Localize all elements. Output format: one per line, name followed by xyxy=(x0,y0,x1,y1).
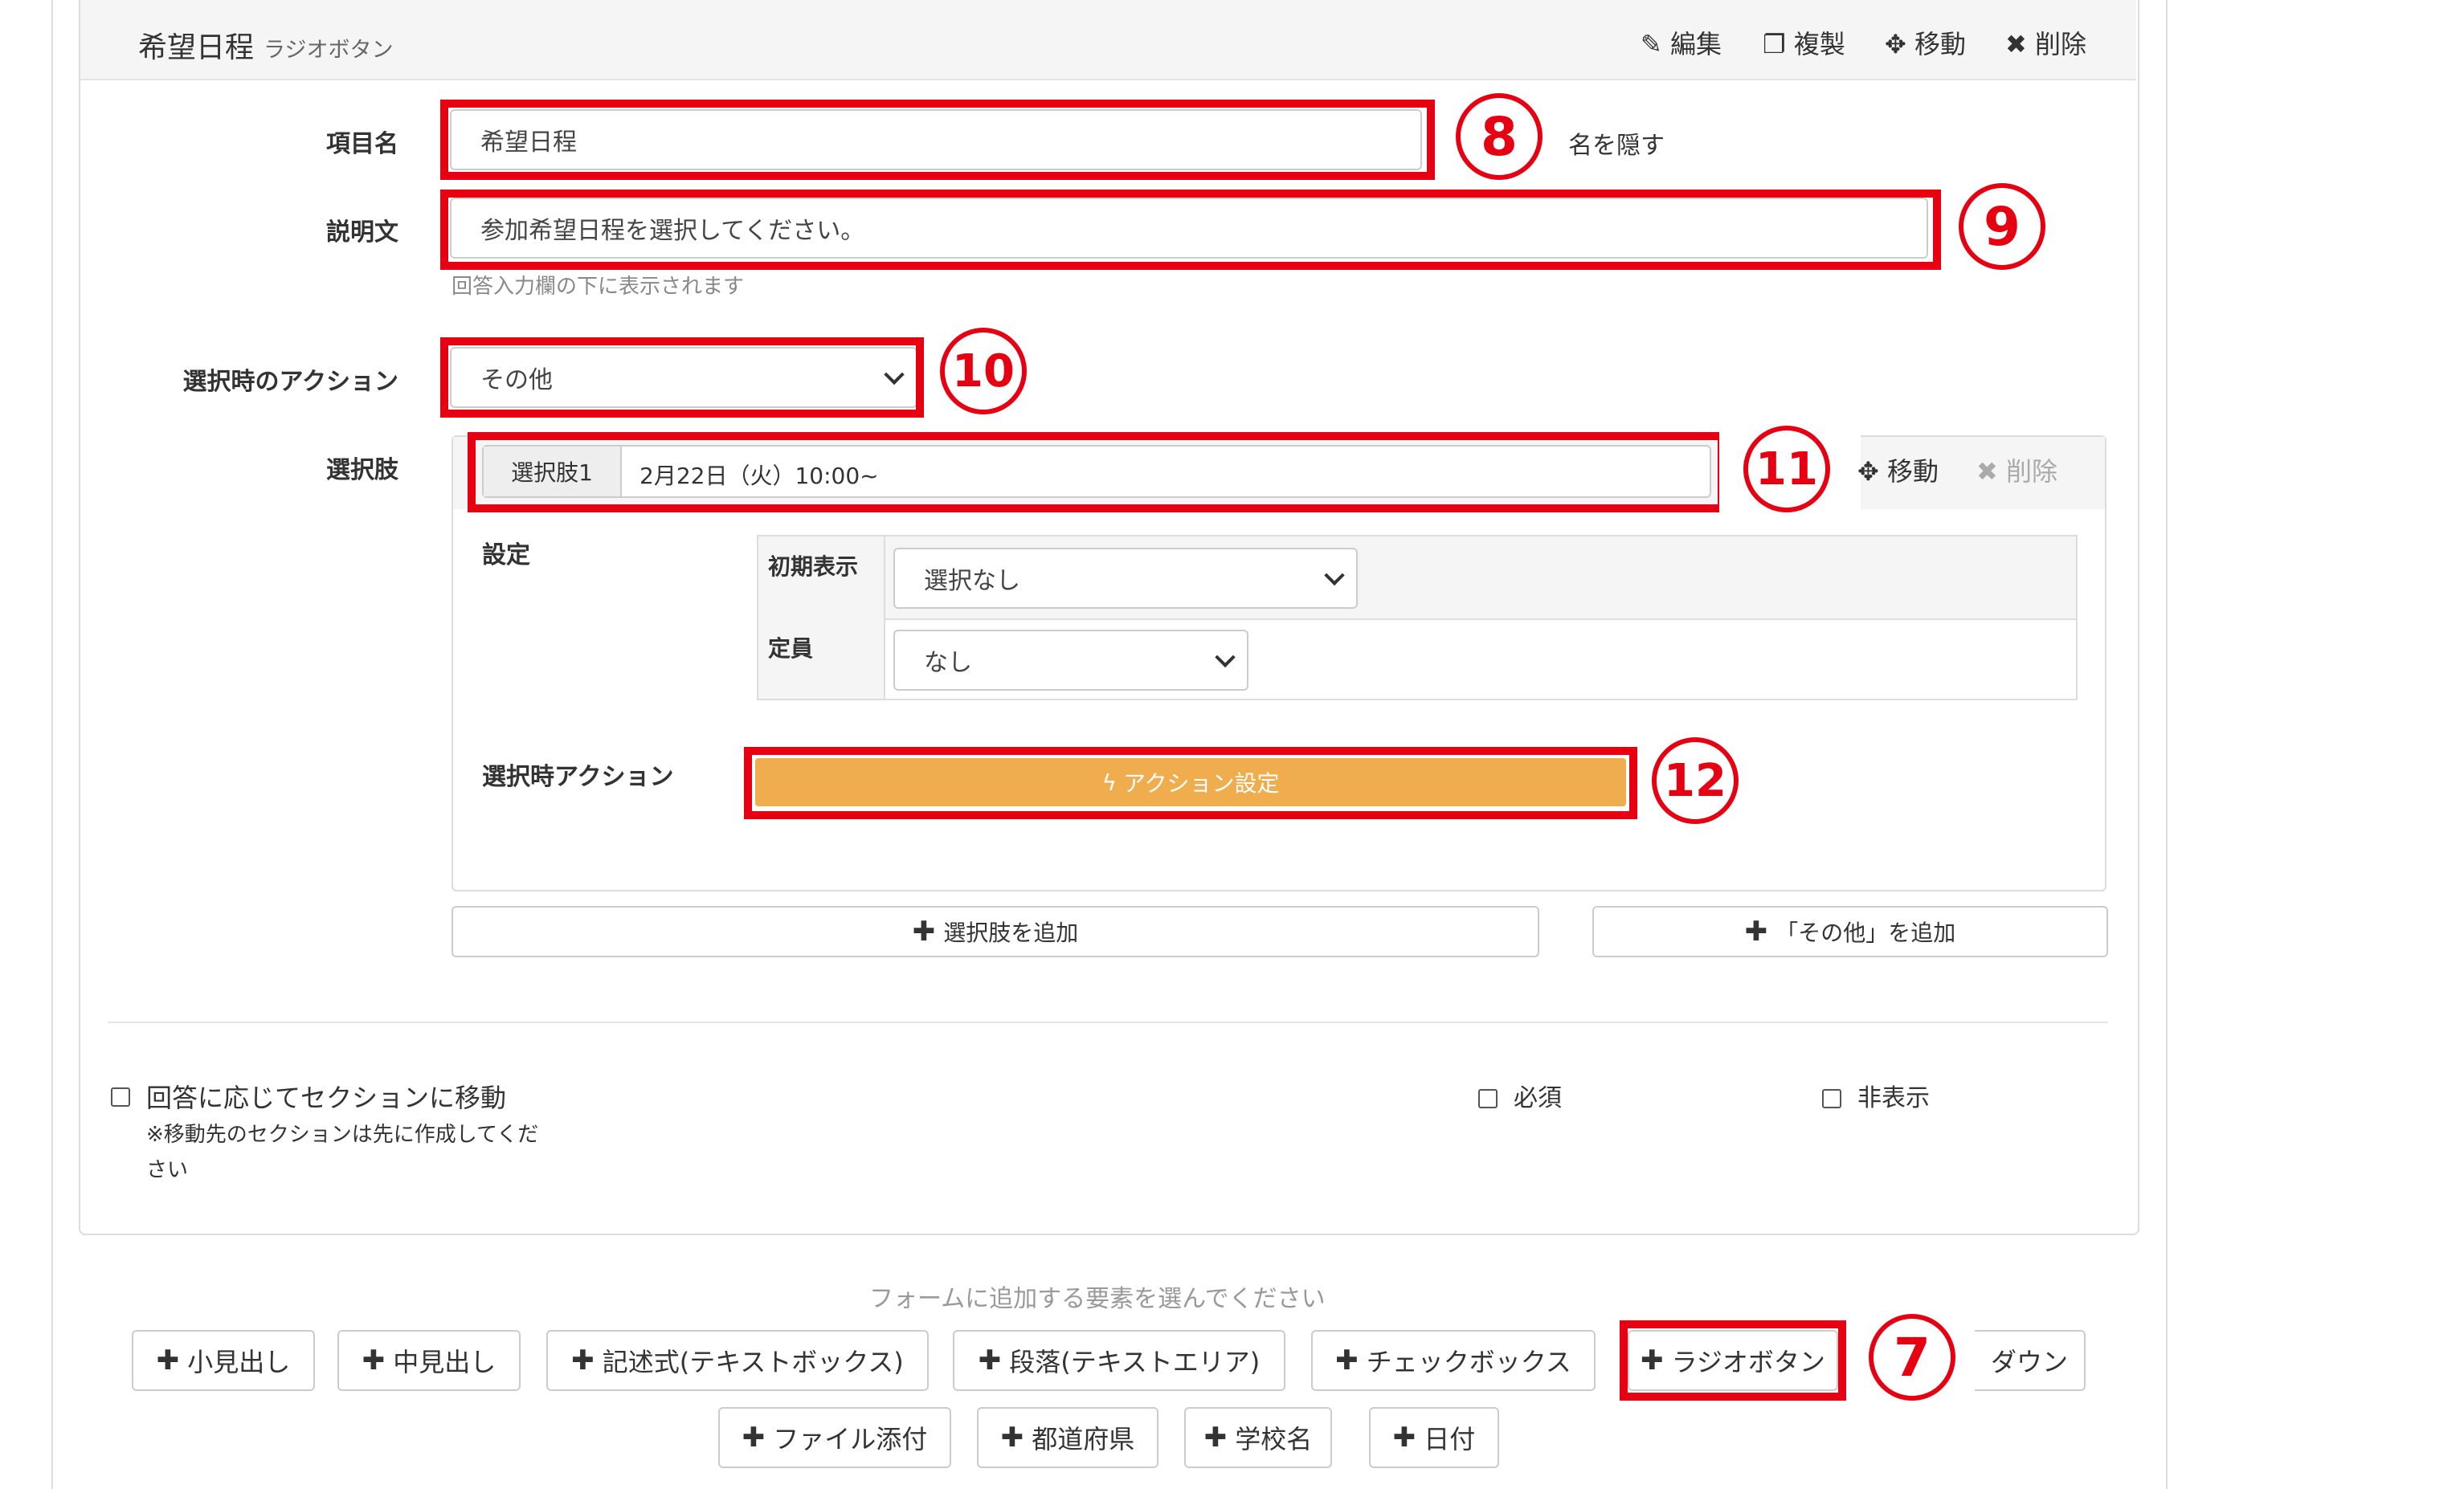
section-note-2: さい xyxy=(146,1158,189,1182)
initial-display-value: 選択なし xyxy=(924,567,1020,595)
right-border xyxy=(2166,0,2168,1489)
capacity-value: なし xyxy=(924,649,972,677)
add-date-button[interactable]: ✚ 日付 xyxy=(1369,1407,1499,1468)
add-school-button[interactable]: ✚ 学校名 xyxy=(1184,1407,1332,1468)
palette-label: ファイル添付 xyxy=(773,1424,928,1454)
panel-title: 希望日程 xyxy=(138,31,255,64)
add-choice-button[interactable]: ✚ 選択肢を追加 xyxy=(452,906,1539,957)
left-border xyxy=(51,0,53,1489)
annotation-box-8 xyxy=(440,100,1435,180)
plus-icon: ✚ xyxy=(912,916,936,948)
edit-label: 編集 xyxy=(1669,29,1722,59)
plus-icon: ✚ xyxy=(156,1344,180,1377)
plus-icon: ✚ xyxy=(1000,1422,1024,1454)
palette-label: 段落(テキストエリア) xyxy=(1009,1347,1261,1377)
annotation-box-10 xyxy=(440,337,924,418)
add-prefecture-button[interactable]: ✚ 都道府県 xyxy=(977,1407,1158,1468)
delete-label: 削除 xyxy=(2034,29,2086,59)
hide-name-label: 名を隠す xyxy=(1568,132,1665,160)
plus-icon: ✚ xyxy=(1335,1344,1359,1377)
add-checkbox-button[interactable]: ✚ チェックボックス xyxy=(1311,1330,1596,1391)
palette-label: ダウン xyxy=(1990,1347,2068,1377)
chevron-down-icon xyxy=(1215,647,1236,668)
palette-label: 小見出し xyxy=(187,1347,291,1377)
palette-label: チェックボックス xyxy=(1366,1347,1571,1377)
close-icon: ✖ xyxy=(1976,456,1998,487)
initial-display-select[interactable]: 選択なし xyxy=(893,548,1358,609)
annotation-11: 11 xyxy=(1743,426,1830,512)
plus-icon: ✚ xyxy=(1203,1422,1228,1454)
move-icon: ✥ xyxy=(1857,456,1879,487)
annotation-box-7 xyxy=(1620,1320,1846,1401)
add-textbox-button[interactable]: ✚ 記述式(テキストボックス) xyxy=(546,1330,929,1391)
divider xyxy=(108,1022,2108,1023)
add-small-heading-button[interactable]: ✚ 小見出し xyxy=(132,1330,315,1391)
capacity-select[interactable]: なし xyxy=(893,630,1248,691)
choice-move-button[interactable]: ✥ 移動 xyxy=(1857,451,1939,488)
on-select-action-label: 選択時アクション xyxy=(482,763,674,791)
annotation-12: 12 xyxy=(1652,737,1739,824)
add-medium-heading-button[interactable]: ✚ 中見出し xyxy=(337,1330,521,1391)
choices-label: 選択肢 xyxy=(326,456,398,484)
annotation-9: 9 xyxy=(1959,183,2045,270)
plus-icon: ✚ xyxy=(362,1344,386,1377)
section-jump-checkbox[interactable] xyxy=(111,1087,130,1107)
annotation-8: 8 xyxy=(1456,93,1543,180)
plus-icon: ✚ xyxy=(978,1344,1002,1377)
action-label: 選択時のアクション xyxy=(182,368,399,396)
palette-label: 中見出し xyxy=(393,1347,496,1377)
choice-delete-label: 削除 xyxy=(2005,456,2057,487)
add-other-label: 「その他」を追加 xyxy=(1775,920,1956,946)
move-button[interactable]: ✥ 移動 xyxy=(1885,24,1966,61)
annotation-box-9 xyxy=(440,190,1941,270)
annotation-10: 10 xyxy=(940,328,1027,414)
add-choice-label: 選択肢を追加 xyxy=(943,920,1079,946)
settings-label: 設定 xyxy=(482,541,530,569)
chevron-down-icon xyxy=(1324,565,1345,586)
annotation-box-12 xyxy=(744,747,1637,819)
palette-label: 記述式(テキストボックス) xyxy=(602,1347,904,1377)
plus-icon: ✚ xyxy=(742,1422,766,1454)
plus-icon: ✚ xyxy=(1744,916,1768,948)
description-help: 回答入力欄の下に表示されます xyxy=(452,275,745,299)
description-label: 説明文 xyxy=(326,218,398,247)
palette-label: 都道府県 xyxy=(1032,1424,1135,1454)
copy-label: 複製 xyxy=(1793,29,1845,59)
move-icon: ✥ xyxy=(1885,29,1906,59)
close-icon: ✖ xyxy=(2005,29,2027,59)
capacity-label: 定員 xyxy=(768,635,814,662)
required-checkbox[interactable] xyxy=(1478,1089,1498,1108)
section-jump-label: 回答に応じてセクションに移動 xyxy=(146,1083,507,1113)
annotation-box-11 xyxy=(468,432,1726,512)
hidden-label: 非表示 xyxy=(1857,1084,1930,1112)
palette-prompt: フォームに追加する要素を選んでください xyxy=(869,1285,1326,1313)
choice-delete-button[interactable]: ✖ 削除 xyxy=(1976,451,2057,488)
required-label: 必須 xyxy=(1514,1084,1562,1112)
pencil-icon: ✎ xyxy=(1641,29,1662,59)
item-name-label: 項目名 xyxy=(326,130,398,158)
add-other-button[interactable]: ✚ 「その他」を追加 xyxy=(1592,906,2108,957)
edit-button[interactable]: ✎ 編集 xyxy=(1641,24,1722,61)
copy-button[interactable]: ❐ 複製 xyxy=(1763,24,1845,61)
plus-icon: ✚ xyxy=(1392,1422,1416,1454)
initial-display-label: 初期表示 xyxy=(768,553,859,580)
panel-subtitle: ラジオボタン xyxy=(264,38,394,63)
palette-label: 学校名 xyxy=(1235,1424,1313,1454)
hidden-checkbox[interactable] xyxy=(1822,1089,1841,1108)
annotation-7: 7 xyxy=(1869,1314,1955,1401)
section-note-1: ※移動先のセクションは先に作成してくだ xyxy=(146,1123,539,1147)
copy-icon: ❐ xyxy=(1763,29,1786,59)
panel-header: 希望日程 ラジオボタン ✎ 編集 ❐ 複製 ✥ 移動 ✖ 削除 xyxy=(80,0,2136,80)
move-label: 移動 xyxy=(1914,29,1966,59)
delete-button[interactable]: ✖ 削除 xyxy=(2005,24,2086,61)
choice-move-label: 移動 xyxy=(1886,456,1939,487)
settings-row-divider xyxy=(758,618,2076,620)
palette-label: 日付 xyxy=(1424,1424,1476,1454)
plus-icon: ✚ xyxy=(571,1344,595,1377)
add-textarea-button[interactable]: ✚ 段落(テキストエリア) xyxy=(953,1330,1285,1391)
add-file-button[interactable]: ✚ ファイル添付 xyxy=(718,1407,951,1468)
